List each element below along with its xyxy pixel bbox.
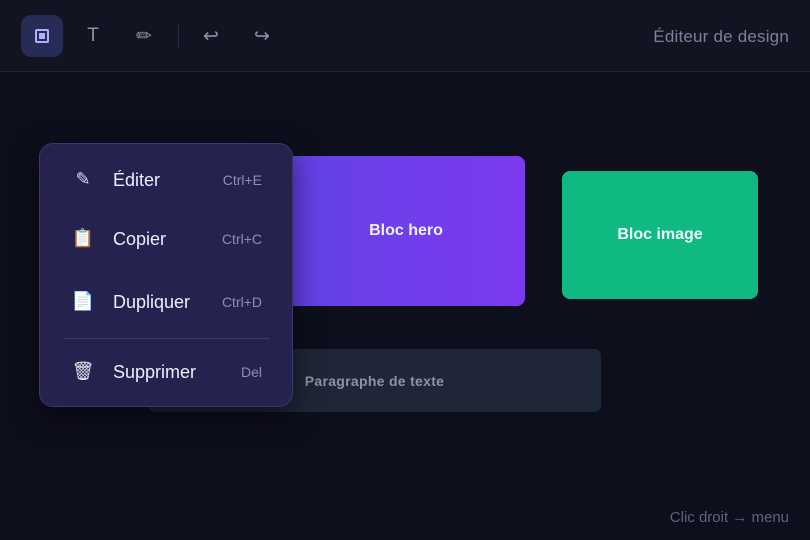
hero-block-label: Bloc hero: [369, 222, 443, 239]
hint-text: Clic droit → menu: [669, 509, 789, 526]
paragraph-block-label: Paragraphe de texte: [304, 372, 445, 389]
select-tool-button[interactable]: [21, 15, 63, 57]
pen-tool-button[interactable]: ✏: [123, 15, 165, 57]
menu-item-label: Dupliquer: [113, 292, 191, 312]
redo-icon: ↪: [254, 25, 270, 47]
text-icon: T: [87, 25, 99, 46]
context-menu: ✎ Éditer Ctrl+E 📋 Copier Ctrl+C 📄 Dupliq…: [39, 143, 293, 407]
app-title: Éditeur de design: [653, 27, 789, 46]
menu-item-shortcut: Ctrl+E: [222, 172, 262, 188]
menu-item-edit[interactable]: ✎ Éditer Ctrl+E: [40, 156, 292, 204]
menu-item-label: Copier: [113, 229, 167, 249]
menu-divider: [64, 338, 270, 339]
trash-icon: 🗑: [71, 360, 95, 381]
menu-item-label: Supprimer: [113, 362, 197, 382]
select-icon: [35, 29, 49, 43]
clipboard-icon: 📋: [71, 227, 95, 248]
pencil-icon: ✎: [75, 168, 91, 189]
image-block[interactable]: Bloc image: [562, 171, 758, 299]
undo-button[interactable]: ↩: [190, 15, 232, 57]
menu-item-duplicate[interactable]: 📄 Dupliquer Ctrl+D: [40, 278, 292, 326]
menu-item-shortcut: Del: [240, 364, 262, 380]
menu-item-copy[interactable]: 📋 Copier Ctrl+C: [40, 215, 292, 263]
hero-block[interactable]: Bloc hero: [255, 156, 525, 306]
menu-item-shortcut: Ctrl+D: [221, 294, 262, 310]
redo-button[interactable]: ↪: [241, 15, 283, 57]
toolbar-divider: [178, 24, 179, 48]
toolbar: T ✏ ↩ ↪ Éditeur de design: [0, 0, 810, 72]
menu-item-delete[interactable]: 🗑 Supprimer Del: [40, 348, 292, 396]
menu-item-shortcut: Ctrl+C: [221, 231, 262, 247]
document-icon: 📄: [71, 290, 95, 311]
image-block-label: Bloc image: [617, 226, 703, 243]
pencil-icon: ✏: [136, 25, 152, 47]
undo-icon: ↩: [203, 25, 219, 47]
menu-item-label: Éditer: [113, 170, 161, 190]
text-tool-button[interactable]: T: [72, 15, 114, 57]
